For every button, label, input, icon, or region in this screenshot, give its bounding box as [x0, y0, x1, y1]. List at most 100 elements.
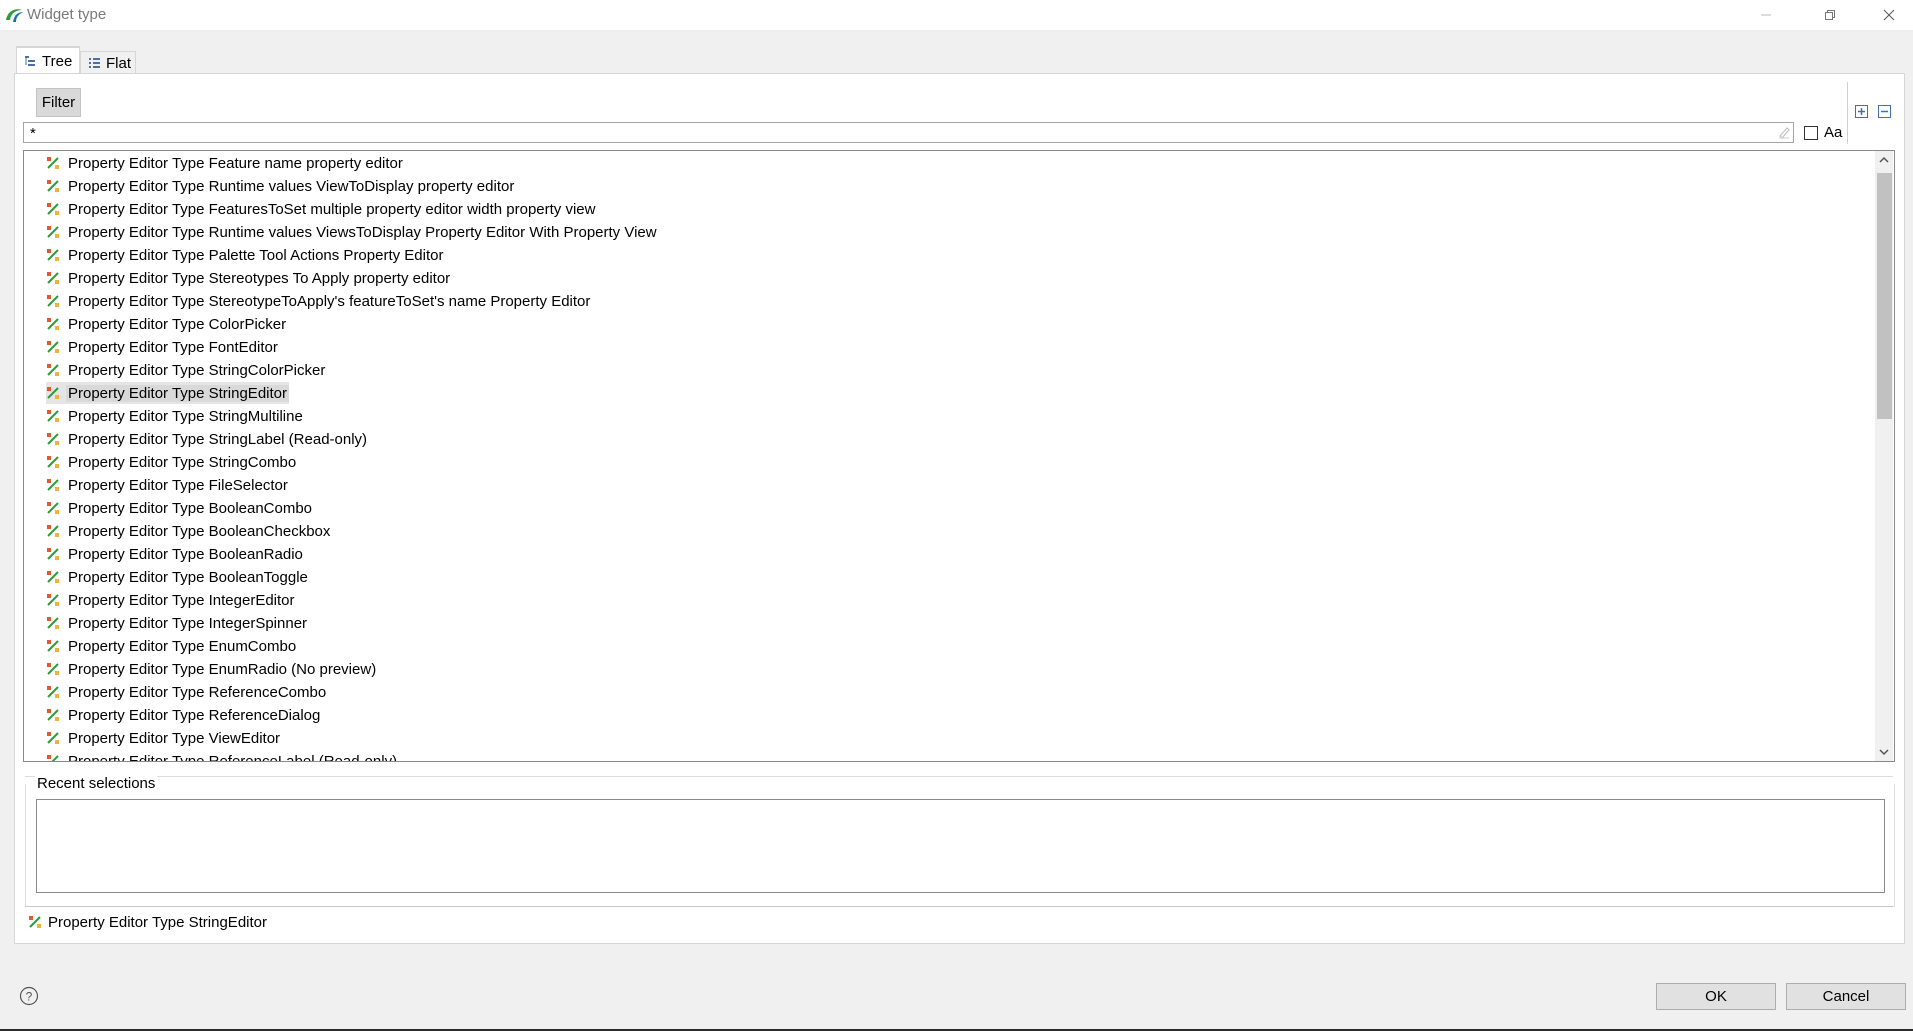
- collapse-all-icon[interactable]: [1878, 105, 1891, 118]
- tree-item[interactable]: Property Editor Type BooleanToggle: [46, 566, 310, 588]
- tree-item[interactable]: Property Editor Type ReferenceDialog: [46, 704, 322, 726]
- tree-item[interactable]: Property Editor Type EnumCombo: [46, 635, 298, 657]
- property-editor-icon: [47, 502, 59, 514]
- tree-item[interactable]: Property Editor Type FontEditor: [46, 336, 280, 358]
- chevron-down-icon: [1879, 749, 1889, 756]
- tree-item[interactable]: Property Editor Type Runtime values View…: [46, 175, 516, 197]
- tree-item[interactable]: Property Editor Type ViewEditor: [46, 727, 282, 749]
- property-editor-icon: [47, 318, 59, 330]
- tree-item[interactable]: Property Editor Type StringMultiline: [46, 405, 305, 427]
- expand-all-icon[interactable]: [1855, 105, 1868, 118]
- property-editor-icon: [47, 594, 59, 606]
- tree-item-label: Property Editor Type BooleanToggle: [68, 568, 308, 586]
- list-icon: [89, 57, 100, 68]
- app-icon: [6, 9, 23, 22]
- widget-tree[interactable]: Property Editor Type Feature name proper…: [23, 150, 1895, 762]
- tree-item-label: Property Editor Type FontEditor: [68, 338, 278, 356]
- tree-item-label: Property Editor Type ReferenceDialog: [68, 706, 321, 724]
- property-editor-icon: [47, 364, 59, 376]
- tree-item-label: Property Editor Type FileSelector: [68, 476, 288, 494]
- help-icon[interactable]: ?: [19, 986, 39, 1006]
- scroll-thumb[interactable]: [1877, 173, 1892, 419]
- ok-button[interactable]: OK: [1656, 983, 1776, 1010]
- tree-item-label: Property Editor Type EnumRadio (No previ…: [68, 660, 377, 678]
- tree-item[interactable]: Property Editor Type IntegerSpinner: [46, 612, 309, 634]
- tree-item-label: Property Editor Type BooleanCheckbox: [68, 522, 331, 540]
- property-editor-icon: [47, 479, 59, 491]
- tree-item[interactable]: Property Editor Type BooleanRadio: [46, 543, 305, 565]
- clear-filter-icon[interactable]: [1777, 125, 1791, 139]
- tab-flat-label: Flat: [106, 54, 132, 72]
- restore-icon: [1825, 10, 1835, 20]
- recent-group-border: [25, 776, 1893, 777]
- property-editor-icon: [47, 226, 59, 238]
- property-editor-icon: [47, 640, 59, 652]
- tree-item-label: Property Editor Type StringLabel (Read-o…: [68, 430, 368, 448]
- recent-selections-label: Recent selections: [35, 775, 158, 792]
- tree-item[interactable]: Property Editor Type BooleanCombo: [46, 497, 314, 519]
- tree-item[interactable]: Property Editor Type ReferenceLabel (Rea…: [46, 750, 399, 762]
- tree-icon: [25, 56, 35, 66]
- tree-item-label: Property Editor Type Runtime values View…: [68, 177, 515, 195]
- tree-item-label: Property Editor Type ReferenceLabel (Rea…: [68, 752, 398, 762]
- property-editor-icon: [47, 548, 59, 560]
- tree-item-label: Property Editor Type StereotypeToApply's…: [68, 292, 591, 310]
- property-editor-icon: [47, 157, 59, 169]
- tree-item[interactable]: Property Editor Type Palette Tool Action…: [46, 244, 445, 266]
- case-sensitive-checkbox[interactable]: [1804, 126, 1818, 140]
- close-button[interactable]: [1866, 0, 1912, 30]
- tree-item[interactable]: Property Editor Type Stereotypes To Appl…: [46, 267, 452, 289]
- cancel-button[interactable]: Cancel: [1786, 983, 1906, 1010]
- property-editor-icon: [47, 295, 59, 307]
- property-editor-icon: [47, 663, 59, 675]
- scroll-down-button[interactable]: [1875, 744, 1893, 761]
- tree-item-label: Property Editor Type IntegerEditor: [68, 591, 295, 609]
- tree-item[interactable]: Property Editor Type StereotypeToApply's…: [46, 290, 592, 312]
- tree-item[interactable]: Property Editor Type FeaturesToSet multi…: [46, 198, 597, 220]
- tab-tree[interactable]: Tree: [16, 46, 80, 75]
- tree-item-label: Property Editor Type FeaturesToSet multi…: [68, 200, 596, 218]
- scroll-up-button[interactable]: [1875, 151, 1893, 168]
- property-editor-icon: [47, 410, 59, 422]
- filter-input[interactable]: *: [23, 122, 1794, 143]
- tree-item[interactable]: Property Editor Type StringLabel (Read-o…: [46, 428, 369, 450]
- filter-button[interactable]: Filter: [36, 88, 81, 117]
- property-editor-icon: [47, 341, 59, 353]
- tree-item[interactable]: Property Editor Type Runtime values View…: [46, 221, 659, 243]
- property-editor-icon: [47, 709, 59, 721]
- tree-item[interactable]: Property Editor Type EnumRadio (No previ…: [46, 658, 378, 680]
- tree-item-label: Property Editor Type BooleanCombo: [68, 499, 313, 517]
- tree-item-label: Property Editor Type StringMultiline: [68, 407, 303, 425]
- tree-item-label: Property Editor Type ViewEditor: [68, 729, 281, 747]
- window-title: Widget type: [27, 6, 107, 23]
- tree-item-label: Property Editor Type Stereotypes To Appl…: [68, 269, 451, 287]
- tree-item[interactable]: Property Editor Type StringCombo: [46, 451, 298, 473]
- svg-text:?: ?: [26, 990, 33, 1004]
- tree-scrollbar[interactable]: [1875, 151, 1893, 761]
- minimize-icon: [1761, 14, 1771, 16]
- tree-item-label: Property Editor Type StringCombo: [68, 453, 297, 471]
- case-sensitive-label: Aa: [1824, 124, 1843, 141]
- tree-item-label: Property Editor Type StringEditor: [66, 384, 289, 402]
- tree-item[interactable]: Property Editor Type Feature name proper…: [46, 152, 405, 174]
- property-editor-icon: [47, 456, 59, 468]
- property-editor-icon: [47, 203, 59, 215]
- property-editor-icon: [47, 180, 59, 192]
- tree-item[interactable]: Property Editor Type ColorPicker: [46, 313, 288, 335]
- tree-item[interactable]: Property Editor Type BooleanCheckbox: [46, 520, 332, 542]
- tree-item[interactable]: Property Editor Type StringColorPicker: [46, 359, 327, 381]
- restore-button[interactable]: [1807, 0, 1853, 30]
- tree-item[interactable]: Property Editor Type ReferenceCombo: [46, 681, 328, 703]
- property-editor-icon: [47, 732, 59, 744]
- tree-item[interactable]: Property Editor Type IntegerEditor: [46, 589, 297, 611]
- tree-item[interactable]: Property Editor Type FileSelector: [46, 474, 290, 496]
- minimize-button[interactable]: [1743, 0, 1789, 30]
- recent-selections-list[interactable]: [36, 799, 1885, 893]
- property-editor-icon: [47, 686, 59, 698]
- tree-item-label: Property Editor Type EnumCombo: [68, 637, 297, 655]
- tree-item[interactable]: Property Editor Type StringEditor: [46, 382, 289, 404]
- tree-item-label: Property Editor Type Palette Tool Action…: [68, 246, 444, 264]
- property-editor-icon: [47, 272, 59, 284]
- tab-flat[interactable]: Flat: [80, 51, 136, 74]
- title-bar: Widget type: [0, 0, 1913, 30]
